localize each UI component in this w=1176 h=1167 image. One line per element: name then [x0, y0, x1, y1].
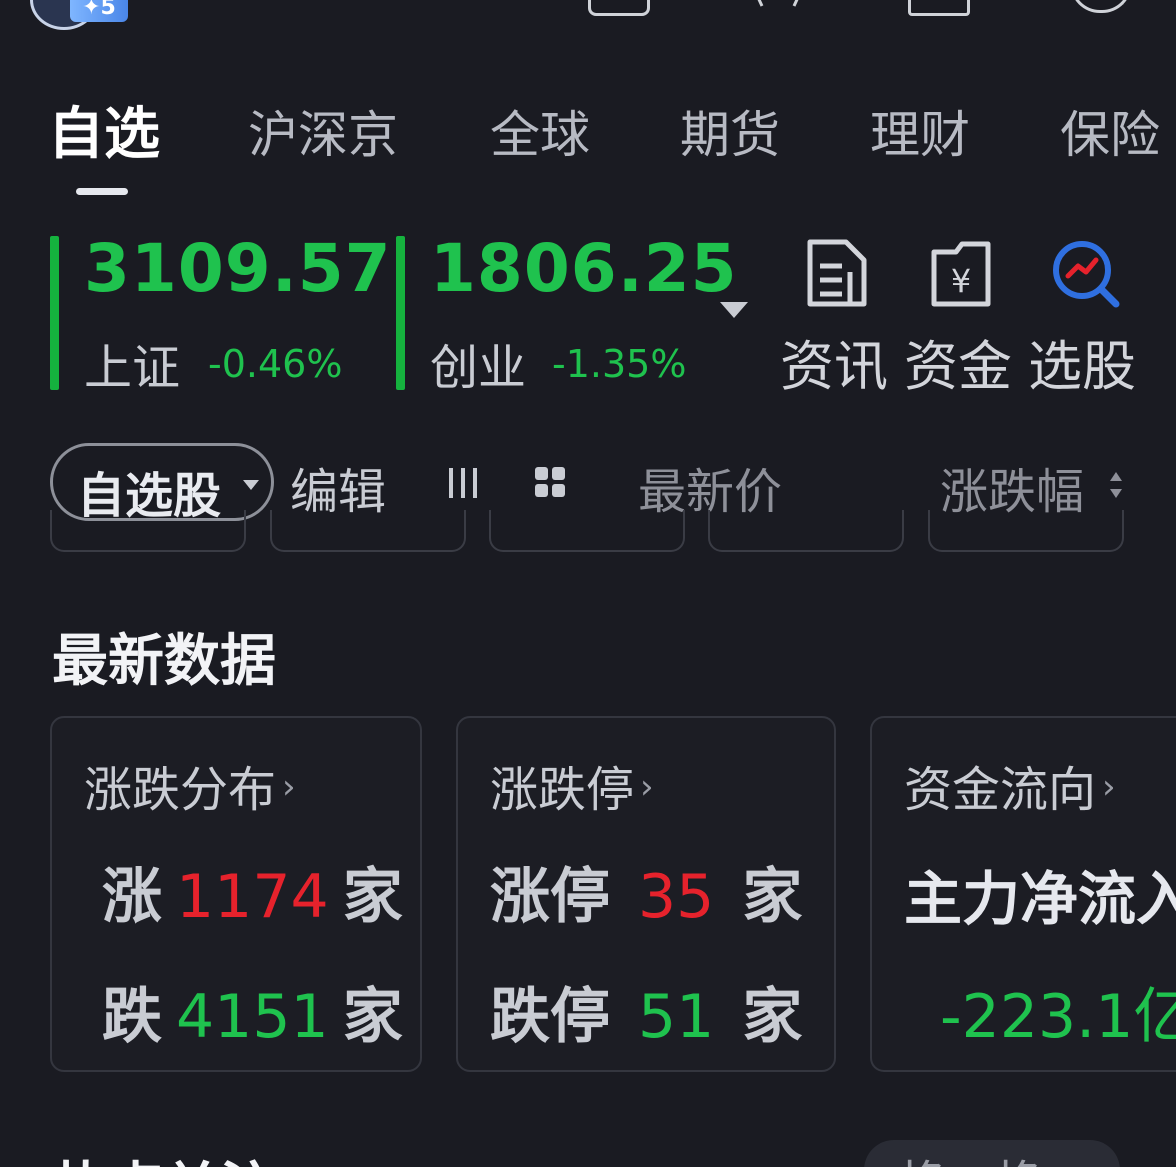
card-title: 涨跌分布 › — [84, 762, 296, 818]
stock-screener-label: 选股 — [1028, 335, 1136, 398]
chevron-right-icon: › — [1102, 767, 1116, 807]
index-value: 3109.57 — [84, 230, 392, 307]
tab-a-shares[interactable]: 沪深京 — [248, 100, 398, 170]
index-value: 1806.25 — [430, 230, 738, 307]
tablet-icon[interactable] — [588, 0, 650, 16]
card-title: 涨跌停 › — [490, 762, 654, 818]
index-name: 上证 — [84, 340, 181, 396]
card-limit-up-down[interactable]: 涨跌停 › 涨停 35 家 跌停 51 家 — [456, 716, 836, 1072]
card-title: 资金流向 › — [904, 762, 1116, 818]
card-money-flow[interactable]: 资金流向 › 主力净流入 -223.1亿 — [870, 716, 1176, 1072]
fall-count: 4151 — [176, 982, 329, 1052]
search-icon[interactable] — [1070, 0, 1132, 13]
filter-pill-row — [0, 510, 1176, 556]
tab-futures[interactable]: 期货 — [680, 100, 780, 170]
fund-icon: ¥ — [931, 241, 991, 307]
tab-wealth[interactable]: 理财 — [870, 100, 970, 170]
fund-label: 资金 — [904, 335, 1012, 398]
limit-down-count: 51 — [638, 982, 715, 1052]
rise-count: 1174 — [176, 862, 329, 932]
news-icon — [807, 239, 867, 307]
rise-count-row: 涨 1174 家 — [102, 862, 403, 932]
tab-insurance[interactable]: 保险 — [1060, 100, 1160, 170]
sort-icon[interactable] — [1108, 470, 1124, 500]
news-button[interactable]: 资讯 — [780, 236, 890, 398]
main-tabs: 自选 沪深京 全球 期货 理财 保险 — [0, 100, 1176, 200]
column-view-icon[interactable] — [446, 466, 480, 500]
index-name: 创业 — [430, 340, 527, 396]
tab-global[interactable]: 全球 — [490, 100, 590, 170]
crown-icon[interactable] — [748, 0, 804, 10]
level-badge: ✦5 — [70, 0, 128, 22]
grid-view-icon[interactable] — [534, 466, 566, 498]
active-tab-indicator — [76, 188, 128, 195]
chevron-right-icon: › — [640, 767, 654, 807]
section-title-latest-data: 最新数据 — [52, 629, 276, 694]
svg-text:¥: ¥ — [951, 262, 971, 300]
filter-pill[interactable] — [270, 510, 466, 552]
index-dropdown-icon[interactable] — [720, 302, 748, 318]
card-rise-fall-distribution[interactable]: 涨跌分布 › 涨 1174 家 跌 4151 家 — [50, 716, 422, 1072]
filter-pill[interactable] — [489, 510, 685, 552]
refresh-button[interactable]: 换一换 — [864, 1140, 1120, 1167]
index-change: -0.46% — [208, 342, 343, 386]
index-change: -1.35% — [552, 342, 687, 386]
filter-pill[interactable] — [928, 510, 1124, 552]
tab-watchlist[interactable]: 自选 — [48, 100, 160, 170]
stock-screener-button[interactable]: 选股 — [1028, 236, 1138, 398]
limit-down-row: 跌停 51 家 — [490, 982, 803, 1052]
limit-up-row: 涨停 35 家 — [490, 862, 803, 932]
net-inflow-label: 主力净流入 — [904, 865, 1176, 933]
chevron-right-icon: › — [282, 767, 296, 807]
news-label: 资讯 — [780, 335, 888, 398]
net-inflow-value: -223.1亿 — [940, 982, 1176, 1052]
index-trend-bar — [50, 236, 59, 390]
stock-app-home: ✦5 自选 沪深京 全球 期货 理财 保险 3109.57 上证 -0.46% … — [0, 0, 1176, 1167]
stock-screener-icon — [1053, 241, 1120, 308]
limit-up-count: 35 — [638, 862, 715, 932]
fund-button[interactable]: ¥ 资金 — [904, 236, 1014, 398]
filter-pill[interactable] — [708, 510, 904, 552]
index-trend-bar — [396, 236, 405, 390]
chevron-down-icon — [243, 480, 259, 490]
filter-pill[interactable] — [50, 510, 246, 552]
fall-count-row: 跌 4151 家 — [102, 982, 403, 1052]
message-icon[interactable] — [908, 0, 970, 16]
section-title-hot-topics: 热点关注 — [52, 1144, 276, 1167]
top-bar: ✦5 — [0, 0, 1176, 30]
